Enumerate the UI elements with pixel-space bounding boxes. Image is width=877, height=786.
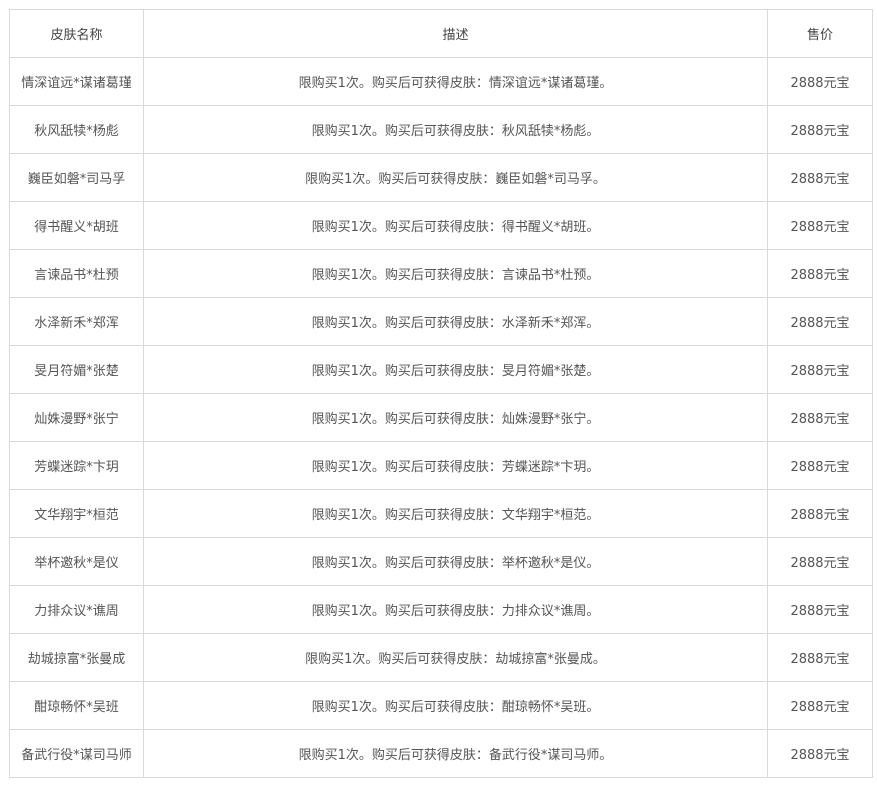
- table-row: 灿姝漫野*张宁 限购买1次。购买后可获得皮肤：灿姝漫野*张宁。 2888元宝: [9, 393, 873, 442]
- cell-skin-name: 备武行役*谋司马师: [9, 729, 144, 778]
- cell-price: 2888元宝: [767, 345, 873, 394]
- cell-skin-name: 酣琼畅怀*吴班: [9, 681, 144, 730]
- cell-skin-name: 芳蝶迷踪*卞玥: [9, 441, 144, 490]
- cell-description: 限购买1次。购买后可获得皮肤：芳蝶迷踪*卞玥。: [143, 441, 768, 490]
- cell-description: 限购买1次。购买后可获得皮肤：言谏品书*杜预。: [143, 249, 768, 298]
- cell-price: 2888元宝: [767, 201, 873, 250]
- cell-skin-name: 旻月符媚*张楚: [9, 345, 144, 394]
- cell-description: 限购买1次。购买后可获得皮肤：备武行役*谋司马师。: [143, 729, 768, 778]
- cell-skin-name: 言谏品书*杜预: [9, 249, 144, 298]
- cell-description: 限购买1次。购买后可获得皮肤：巍臣如磐*司马孚。: [143, 153, 768, 202]
- cell-description: 限购买1次。购买后可获得皮肤：举杯邀秋*是仪。: [143, 537, 768, 586]
- cell-skin-name: 文华翔宇*桓范: [9, 489, 144, 538]
- cell-skin-name: 秋风舐犊*杨彪: [9, 105, 144, 154]
- cell-description: 限购买1次。购买后可获得皮肤：旻月符媚*张楚。: [143, 345, 768, 394]
- cell-price: 2888元宝: [767, 585, 873, 634]
- table-row: 力排众议*谯周 限购买1次。购买后可获得皮肤：力排众议*谯周。 2888元宝: [9, 585, 873, 634]
- table-row: 举杯邀秋*是仪 限购买1次。购买后可获得皮肤：举杯邀秋*是仪。 2888元宝: [9, 537, 873, 586]
- cell-price: 2888元宝: [767, 57, 873, 106]
- cell-price: 2888元宝: [767, 681, 873, 730]
- table-row: 巍臣如磐*司马孚 限购买1次。购买后可获得皮肤：巍臣如磐*司马孚。 2888元宝: [9, 153, 873, 202]
- table-row: 旻月符媚*张楚 限购买1次。购买后可获得皮肤：旻月符媚*张楚。 2888元宝: [9, 345, 873, 394]
- cell-description: 限购买1次。购买后可获得皮肤：劫城掠富*张曼成。: [143, 633, 768, 682]
- cell-price: 2888元宝: [767, 249, 873, 298]
- table-row: 文华翔宇*桓范 限购买1次。购买后可获得皮肤：文华翔宇*桓范。 2888元宝: [9, 489, 873, 538]
- header-skin-name: 皮肤名称: [9, 9, 144, 58]
- cell-description: 限购买1次。购买后可获得皮肤：情深谊远*谋诸葛瑾。: [143, 57, 768, 106]
- cell-description: 限购买1次。购买后可获得皮肤：水泽新禾*郑浑。: [143, 297, 768, 346]
- cell-price: 2888元宝: [767, 537, 873, 586]
- cell-skin-name: 力排众议*谯周: [9, 585, 144, 634]
- table-row: 水泽新禾*郑浑 限购买1次。购买后可获得皮肤：水泽新禾*郑浑。 2888元宝: [9, 297, 873, 346]
- table-row: 劫城掠富*张曼成 限购买1次。购买后可获得皮肤：劫城掠富*张曼成。 2888元宝: [9, 633, 873, 682]
- cell-price: 2888元宝: [767, 105, 873, 154]
- cell-price: 2888元宝: [767, 297, 873, 346]
- cell-skin-name: 劫城掠富*张曼成: [9, 633, 144, 682]
- cell-price: 2888元宝: [767, 153, 873, 202]
- table-row: 情深谊远*谋诸葛瑾 限购买1次。购买后可获得皮肤：情深谊远*谋诸葛瑾。 2888元宝: [9, 57, 873, 106]
- cell-skin-name: 情深谊远*谋诸葛瑾: [9, 57, 144, 106]
- table-row: 得书醒义*胡班 限购买1次。购买后可获得皮肤：得书醒义*胡班。 2888元宝: [9, 201, 873, 250]
- table-row: 秋风舐犊*杨彪 限购买1次。购买后可获得皮肤：秋风舐犊*杨彪。 2888元宝: [9, 105, 873, 154]
- cell-description: 限购买1次。购买后可获得皮肤：得书醒义*胡班。: [143, 201, 768, 250]
- table-row: 备武行役*谋司马师 限购买1次。购买后可获得皮肤：备武行役*谋司马师。 2888元宝: [9, 729, 873, 778]
- cell-skin-name: 水泽新禾*郑浑: [9, 297, 144, 346]
- header-price: 售价: [767, 9, 873, 58]
- cell-description: 限购买1次。购买后可获得皮肤：力排众议*谯周。: [143, 585, 768, 634]
- table-row: 酣琼畅怀*吴班 限购买1次。购买后可获得皮肤：酣琼畅怀*吴班。 2888元宝: [9, 681, 873, 730]
- skin-price-table: 皮肤名称 描述 售价 情深谊远*谋诸葛瑾 限购买1次。购买后可获得皮肤：情深谊远*…: [9, 9, 873, 778]
- cell-price: 2888元宝: [767, 633, 873, 682]
- cell-price: 2888元宝: [767, 393, 873, 442]
- cell-skin-name: 得书醒义*胡班: [9, 201, 144, 250]
- cell-price: 2888元宝: [767, 441, 873, 490]
- table-body: 情深谊远*谋诸葛瑾 限购买1次。购买后可获得皮肤：情深谊远*谋诸葛瑾。 2888元宝…: [9, 57, 873, 778]
- cell-skin-name: 举杯邀秋*是仪: [9, 537, 144, 586]
- header-description: 描述: [143, 9, 768, 58]
- cell-description: 限购买1次。购买后可获得皮肤：秋风舐犊*杨彪。: [143, 105, 768, 154]
- table-header-row: 皮肤名称 描述 售价: [9, 9, 873, 58]
- cell-price: 2888元宝: [767, 729, 873, 778]
- cell-price: 2888元宝: [767, 489, 873, 538]
- cell-description: 限购买1次。购买后可获得皮肤：酣琼畅怀*吴班。: [143, 681, 768, 730]
- table-row: 芳蝶迷踪*卞玥 限购买1次。购买后可获得皮肤：芳蝶迷踪*卞玥。 2888元宝: [9, 441, 873, 490]
- skin-table-container: 皮肤名称 描述 售价 情深谊远*谋诸葛瑾 限购买1次。购买后可获得皮肤：情深谊远*…: [9, 9, 873, 778]
- cell-description: 限购买1次。购买后可获得皮肤：灿姝漫野*张宁。: [143, 393, 768, 442]
- cell-skin-name: 巍臣如磐*司马孚: [9, 153, 144, 202]
- table-row: 言谏品书*杜预 限购买1次。购买后可获得皮肤：言谏品书*杜预。 2888元宝: [9, 249, 873, 298]
- cell-description: 限购买1次。购买后可获得皮肤：文华翔宇*桓范。: [143, 489, 768, 538]
- cell-skin-name: 灿姝漫野*张宁: [9, 393, 144, 442]
